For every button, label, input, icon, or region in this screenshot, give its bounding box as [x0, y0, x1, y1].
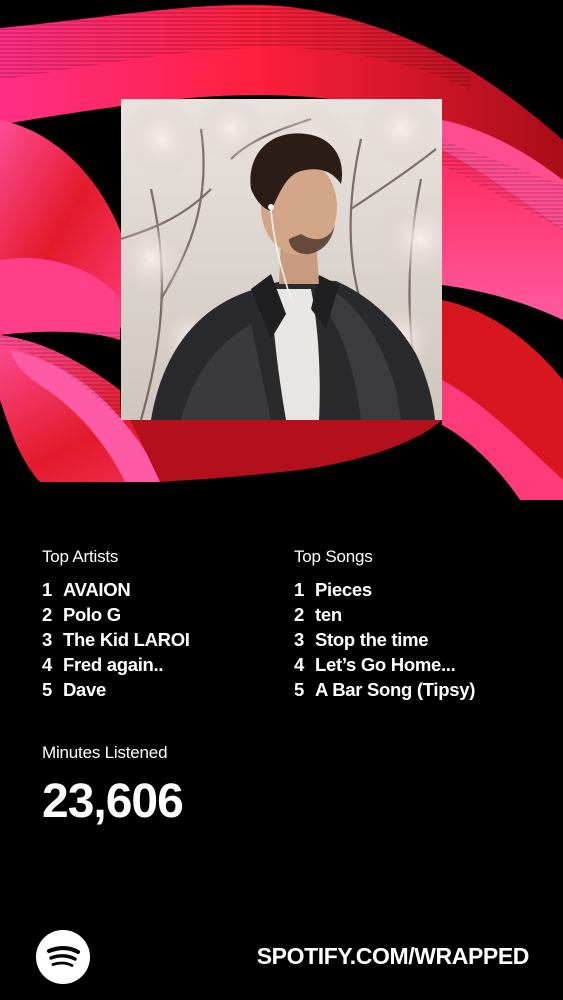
list-item: 1 AVAION — [42, 577, 282, 602]
artist-name: AVAION — [63, 579, 131, 600]
wrapped-url-link[interactable]: SPOTIFY.COM/WRAPPED — [257, 941, 530, 971]
rank-number: 5 — [294, 679, 304, 700]
artist-photo — [121, 99, 442, 420]
list-item: 5 A Bar Song (Tipsy) — [294, 677, 532, 702]
artist-name: Polo G — [63, 604, 121, 625]
minutes-listened-section: Minutes Listened 23,606 — [42, 742, 184, 828]
rank-number: 1 — [294, 579, 304, 600]
artist-photo-icon — [121, 99, 442, 420]
minutes-listened-heading: Minutes Listened — [42, 743, 168, 762]
rank-number: 3 — [294, 629, 304, 650]
top-songs-section: Top Songs 1 Pieces 2 ten 3 Stop the time 4L… — [294, 546, 532, 702]
list-item: 2 Polo G — [42, 602, 282, 627]
artist-name: The Kid LAROI — [63, 629, 190, 650]
song-name: ten — [315, 604, 342, 625]
rank-number: 5 — [42, 679, 52, 700]
rank-number: 4 — [42, 654, 52, 675]
list-item: 4 Fred again.. — [42, 652, 282, 677]
rank-number: 2 — [42, 604, 52, 625]
artist-name: Dave — [63, 679, 107, 700]
song-name: Stop the time — [315, 629, 429, 650]
top-artists-section: Top Artists 1 AVAION 2 Polo G 3 The Kid LAR… — [42, 546, 282, 702]
top-songs-list: 1 Pieces 2 ten 3 Stop the time 4 Let’s Go Ho… — [294, 577, 532, 702]
top-artists-list: 1 AVAION 2 Polo G 3 The Kid LAROI 4 Fred aga… — [42, 577, 282, 702]
list-item: 3 Stop the time — [294, 627, 532, 652]
spotify-logo-glyph — [47, 946, 80, 967]
song-name: Pieces — [315, 579, 372, 600]
top-songs-heading: Top Songs — [294, 547, 373, 566]
wrapped-card: Top Artists 1 AVAION 2 Polo G 3 The Kid LAR… — [0, 0, 563, 1000]
list-item: 1 Pieces — [294, 577, 532, 602]
rank-number: 3 — [42, 629, 52, 650]
minutes-listened-value: 23,606 — [42, 775, 184, 828]
rank-number: 4 — [294, 654, 304, 675]
artist-name: Fred again.. — [63, 654, 164, 675]
song-name: A Bar Song (Tipsy) — [315, 679, 476, 700]
rank-number: 2 — [294, 604, 304, 625]
list-item: 4 Let’s Go Home... — [294, 652, 532, 677]
list-item: 5 Dave — [42, 677, 282, 702]
list-item: 2 ten — [294, 602, 532, 627]
song-name: Let’s Go Home... — [315, 654, 456, 675]
top-artists-heading: Top Artists — [42, 547, 119, 566]
list-item: 3 The Kid LAROI — [42, 627, 282, 652]
rank-number: 1 — [42, 579, 52, 600]
spotify-logo-icon[interactable] — [36, 930, 90, 984]
